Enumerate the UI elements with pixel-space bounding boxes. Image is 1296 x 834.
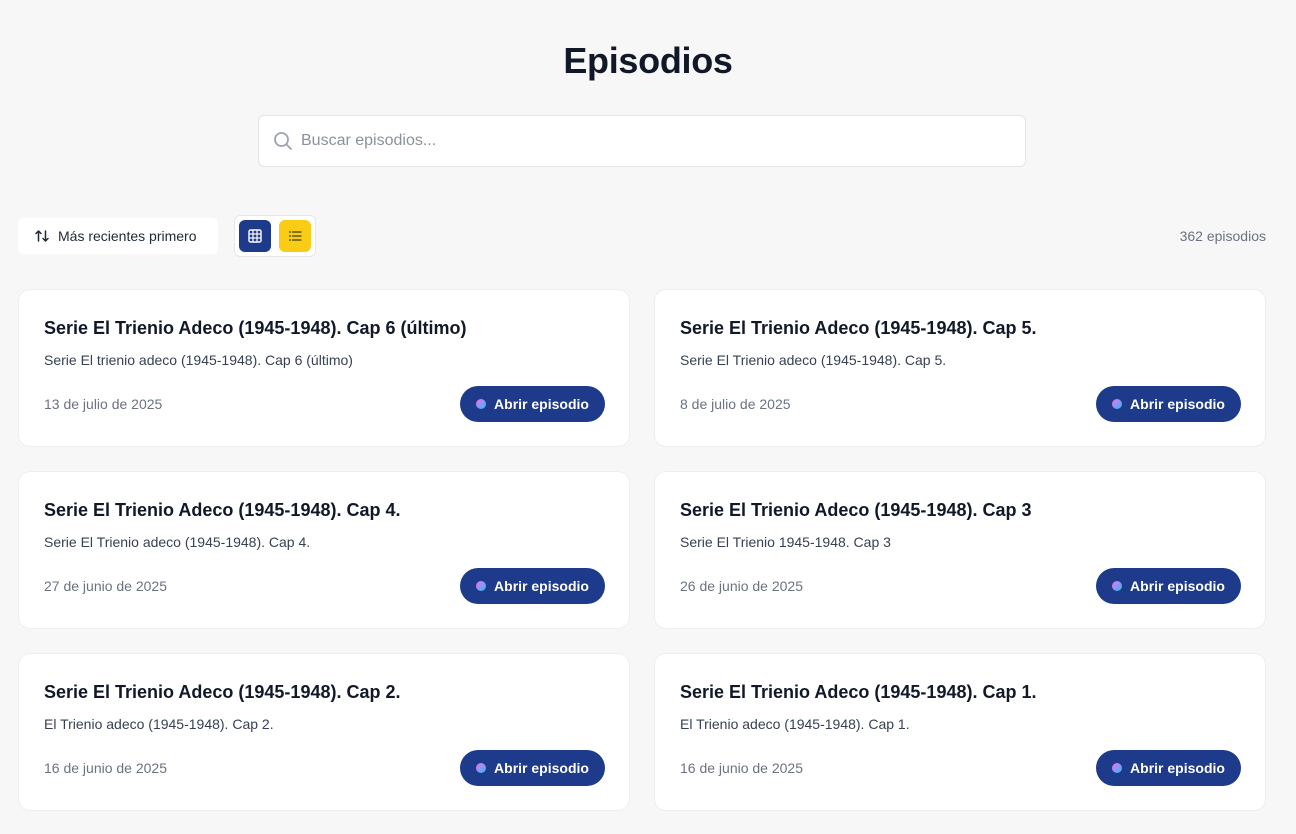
episode-description: El Trienio adeco (1945-1948). Cap 2. (44, 716, 274, 732)
play-disc-icon (476, 581, 487, 591)
episode-date: 16 de junio de 2025 (680, 760, 803, 776)
episode-card: Serie El Trienio Adeco (1945-1948). Cap … (18, 289, 630, 447)
open-episode-label: Abrir episodio (494, 578, 589, 594)
view-toggle (234, 215, 316, 257)
episode-date: 13 de julio de 2025 (44, 396, 163, 412)
episode-title: Serie El Trienio Adeco (1945-1948). Cap … (680, 500, 1032, 520)
play-disc-icon (1112, 581, 1123, 591)
search-box[interactable] (258, 115, 1026, 167)
list-icon (289, 231, 302, 241)
episode-description: Serie El trienio adeco (1945-1948). Cap … (44, 352, 353, 368)
open-episode-label: Abrir episodio (1130, 396, 1225, 412)
open-episode-label: Abrir episodio (1130, 578, 1225, 594)
play-disc-icon (476, 399, 487, 409)
toolbar: Más recientes primero 362 episodios (18, 215, 1266, 257)
open-episode-label: Abrir episodio (494, 760, 589, 776)
open-episode-button[interactable]: Abrir episodio (460, 386, 605, 422)
episode-description: Serie El Trienio adeco (1945-1948). Cap … (680, 352, 947, 368)
open-episode-button[interactable]: Abrir episodio (460, 750, 605, 786)
open-episode-button[interactable]: Abrir episodio (1096, 386, 1241, 422)
open-episode-label: Abrir episodio (494, 396, 589, 412)
episode-date: 16 de junio de 2025 (44, 760, 167, 776)
grid-view-button[interactable] (239, 220, 271, 252)
episode-title: Serie El Trienio Adeco (1945-1948). Cap … (44, 500, 401, 520)
episode-card: Serie El Trienio Adeco (1945-1948). Cap … (18, 471, 630, 629)
episode-title: Serie El Trienio Adeco (1945-1948). Cap … (680, 682, 1037, 702)
open-episode-button[interactable]: Abrir episodio (1096, 750, 1241, 786)
play-disc-icon (476, 763, 487, 773)
episode-card: Serie El Trienio Adeco (1945-1948). Cap … (18, 653, 630, 811)
episode-card: Serie El Trienio Adeco (1945-1948). Cap … (654, 289, 1266, 447)
open-episode-button[interactable]: Abrir episodio (460, 568, 605, 604)
open-episode-button[interactable]: Abrir episodio (1096, 568, 1241, 604)
search-icon (274, 132, 292, 150)
episode-date: 8 de julio de 2025 (680, 396, 791, 412)
open-episode-label: Abrir episodio (1130, 760, 1225, 776)
episode-description: Serie El Trienio 1945-1948. Cap 3 (680, 534, 891, 550)
page-title: Episodios (563, 40, 733, 81)
episode-card: Serie El Trienio Adeco (1945-1948). Cap … (654, 471, 1266, 629)
sort-label: Más recientes primero (58, 228, 197, 244)
episode-card: Serie El Trienio Adeco (1945-1948). Cap … (654, 653, 1266, 811)
episode-title: Serie El Trienio Adeco (1945-1948). Cap … (680, 318, 1037, 338)
episode-date: 26 de junio de 2025 (680, 578, 803, 594)
play-disc-icon (1112, 399, 1123, 409)
episode-title: Serie El Trienio Adeco (1945-1948). Cap … (44, 682, 401, 702)
episode-description: Serie El Trienio adeco (1945-1948). Cap … (44, 534, 311, 550)
search-input[interactable] (301, 132, 1001, 150)
sort-button[interactable]: Más recientes primero (18, 218, 218, 254)
list-view-button[interactable] (279, 220, 311, 252)
episode-description: El Trienio adeco (1945-1948). Cap 1. (680, 716, 910, 732)
sort-arrows-icon (35, 230, 49, 242)
grid-icon (248, 229, 262, 243)
play-disc-icon (1112, 763, 1123, 773)
episode-date: 27 de junio de 2025 (44, 578, 167, 594)
episode-title: Serie El Trienio Adeco (1945-1948). Cap … (44, 318, 467, 338)
episode-count: 362 episodios (1179, 228, 1266, 244)
